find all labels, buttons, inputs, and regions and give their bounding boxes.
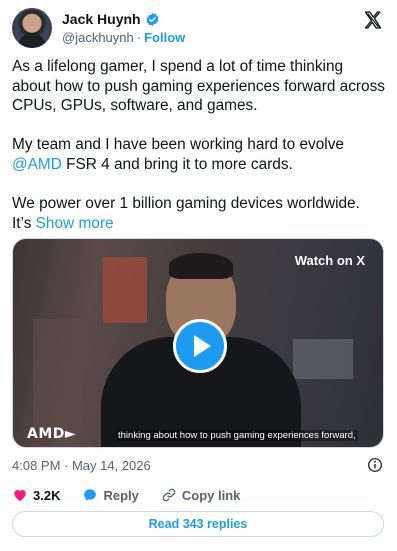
link-icon — [162, 488, 176, 502]
author-name-row: Jack Huynh — [62, 11, 160, 27]
background-shelf — [33, 319, 83, 429]
like-count: 3.2K — [33, 487, 61, 503]
video-player[interactable]: Watch on X AMD► thinking about how to pu… — [12, 238, 384, 448]
copy-link-label: Copy link — [181, 487, 241, 503]
info-icon[interactable] — [367, 457, 383, 473]
copy-link-button[interactable]: Copy link — [161, 487, 241, 503]
handle-separator: · — [136, 29, 142, 45]
follow-button[interactable]: Follow — [144, 30, 185, 45]
post-header: Jack Huynh @jackhuynh · Follow — [12, 8, 385, 48]
heart-icon — [14, 490, 26, 501]
reply-button[interactable]: Reply — [82, 487, 139, 503]
background-monitor — [293, 339, 353, 379]
action-bar: 3.2K Reply Copy link — [12, 486, 385, 504]
post-text-segment: My team and I have been working hard to … — [12, 136, 344, 154]
post-text-segment: It’s — [12, 214, 36, 232]
amd-logo: AMD► — [27, 426, 77, 442]
verified-badge-icon — [146, 12, 159, 26]
avatar[interactable] — [12, 8, 52, 48]
post-paragraph: We power over 1 billion gaming devices w… — [12, 194, 385, 233]
post-text: As a lifelong gamer, I spend a lot of ti… — [12, 57, 385, 233]
author-handle[interactable]: @jackhuynh — [62, 30, 134, 45]
post-text-segment: FSR 4 and bring it to more cards. — [61, 155, 293, 173]
read-replies-button[interactable]: Read 343 replies — [12, 511, 384, 537]
post-card: Jack Huynh @jackhuynh · Follow As a life… — [0, 0, 397, 551]
post-timestamp[interactable]: 4:08 PM · May 14, 2026 — [12, 458, 151, 473]
timestamp-row: 4:08 PM · May 14, 2026 — [12, 457, 385, 475]
reply-label: Reply — [103, 487, 139, 503]
x-logo-icon[interactable] — [363, 10, 383, 30]
video-caption: thinking about how to push gaming experi… — [116, 430, 358, 441]
show-more-link[interactable]: Show more — [36, 215, 114, 232]
avatar-shoulders — [18, 33, 46, 48]
post-paragraph: My team and I have been working hard to … — [12, 135, 385, 174]
reply-bubble-icon — [84, 489, 97, 501]
amd-mention-link[interactable]: @AMD — [12, 156, 62, 173]
play-button[interactable] — [173, 319, 227, 373]
like-button[interactable]: 3.2K — [12, 487, 60, 503]
speaker-hair — [169, 253, 233, 279]
play-icon — [194, 335, 211, 357]
read-replies-label: Read 343 replies — [148, 517, 248, 531]
post-paragraph: As a lifelong gamer, I spend a lot of ti… — [12, 58, 386, 115]
background-poster — [103, 257, 147, 323]
post-text-segment: We power over 1 billion gaming devices w… — [12, 195, 360, 213]
watch-on-x-button[interactable]: Watch on X — [295, 253, 365, 268]
author-name[interactable]: Jack Huynh — [62, 11, 141, 27]
author-handle-row: @jackhuynh · Follow — [62, 29, 185, 45]
